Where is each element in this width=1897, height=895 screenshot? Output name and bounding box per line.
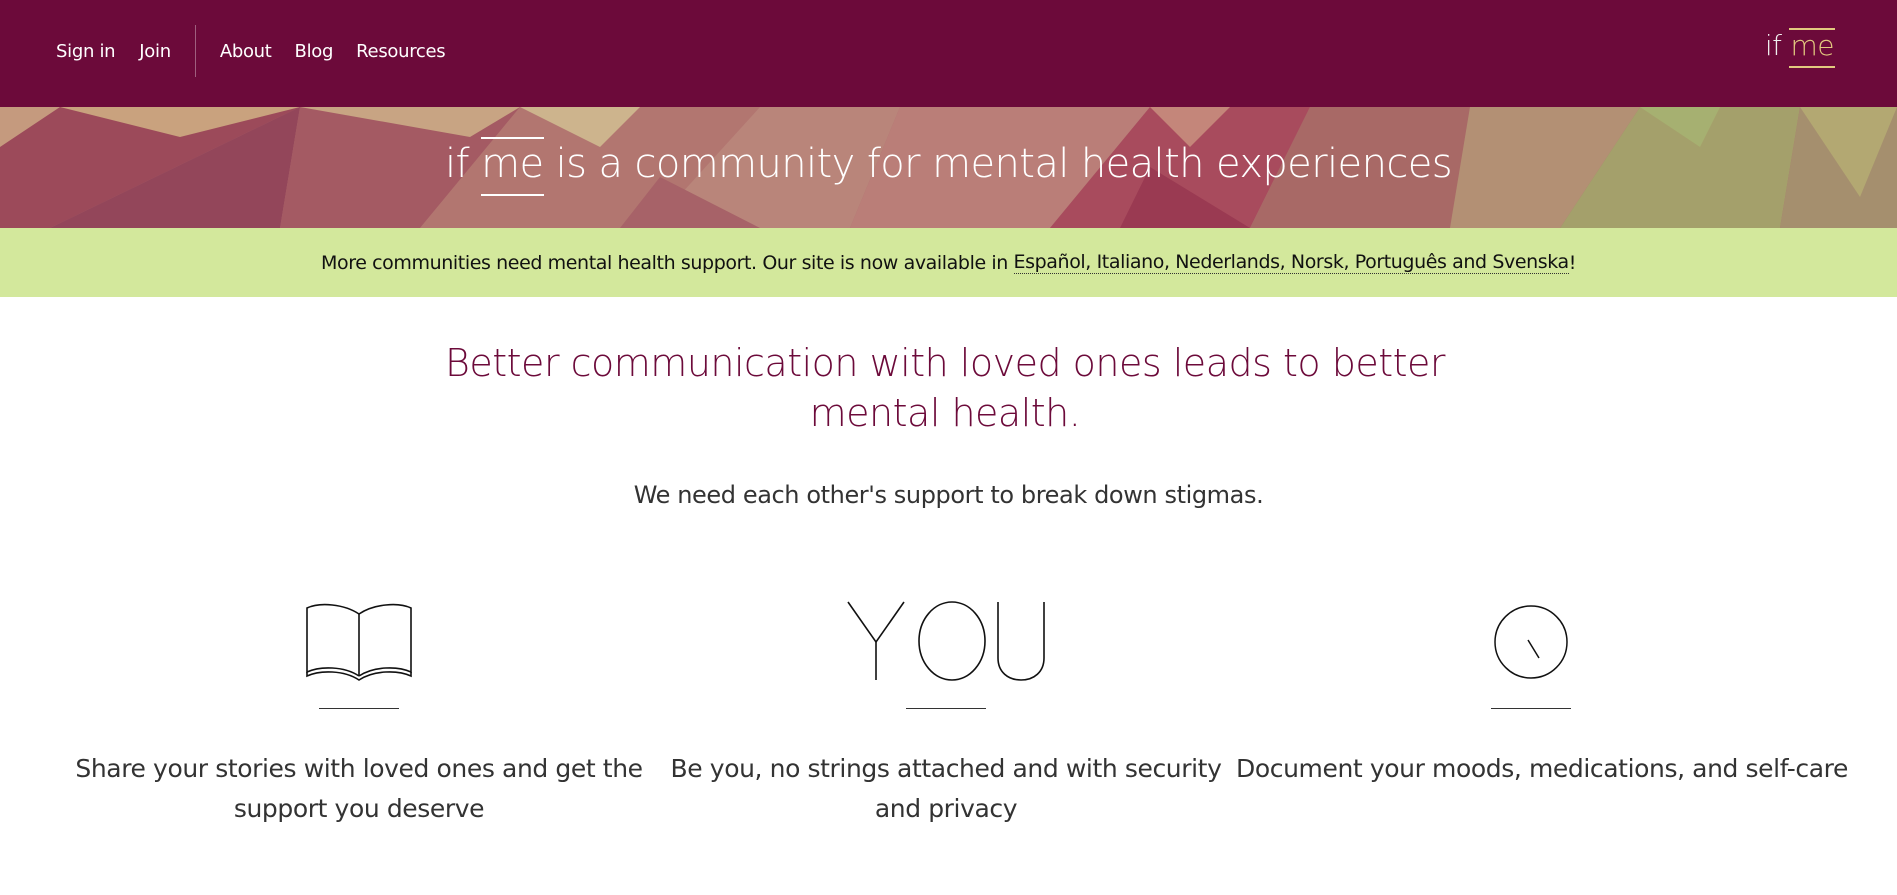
feature-text: Be you, no strings attached and with sec… (670, 754, 1222, 823)
language-notice-bar: More communities need mental health supp… (0, 228, 1897, 297)
feature-share-stories: Share your stories with loved ones and g… (64, 590, 654, 829)
sign-in-link[interactable]: Sign in (56, 41, 116, 62)
resources-link[interactable]: Resources (356, 41, 446, 62)
book-icon (64, 590, 654, 682)
feature-text: Share your stories with loved ones and g… (75, 754, 643, 823)
nav-divider (194, 25, 196, 77)
languages-link[interactable]: Español, Italiano, Nederlands, Norsk, Po… (1013, 251, 1569, 274)
feature-be-you: Be you, no strings attached and with sec… (651, 590, 1241, 829)
blog-link[interactable]: Blog (295, 41, 334, 62)
notice-text: More communities need mental health supp… (320, 251, 1008, 274)
clock-icon (1236, 590, 1826, 682)
feature-divider (319, 708, 399, 709)
main-subline: We need each other's support to break do… (633, 481, 1264, 509)
join-link[interactable]: Join (139, 41, 171, 62)
site-logo[interactable]: if me (1764, 28, 1835, 68)
hero-title-rest: is a community for mental health experie… (555, 141, 1453, 187)
hero-banner: if me is a community for mental health e… (0, 107, 1897, 228)
hero-title-me: me (481, 137, 544, 196)
main-nav: Sign in Join About Blog Resources (56, 25, 446, 77)
feature-document-moods: Document your moods, medications, and se… (1236, 590, 1848, 789)
notice-suffix: ! (1568, 251, 1577, 274)
about-link[interactable]: About (220, 41, 272, 62)
logo-me-text: me (1789, 28, 1835, 68)
feature-divider (1491, 708, 1571, 709)
main-headline: Better communication with loved ones lea… (445, 341, 1446, 435)
logo-if-text: if (1764, 29, 1782, 62)
hero-title-if: if (445, 141, 470, 187)
top-navigation-bar: Sign in Join About Blog Resources if me (0, 0, 1897, 107)
hero-title: if me is a community for mental health e… (0, 137, 1897, 196)
feature-text: Document your moods, medications, and se… (1236, 754, 1848, 783)
feature-divider (906, 708, 986, 709)
you-icon (651, 590, 1241, 682)
